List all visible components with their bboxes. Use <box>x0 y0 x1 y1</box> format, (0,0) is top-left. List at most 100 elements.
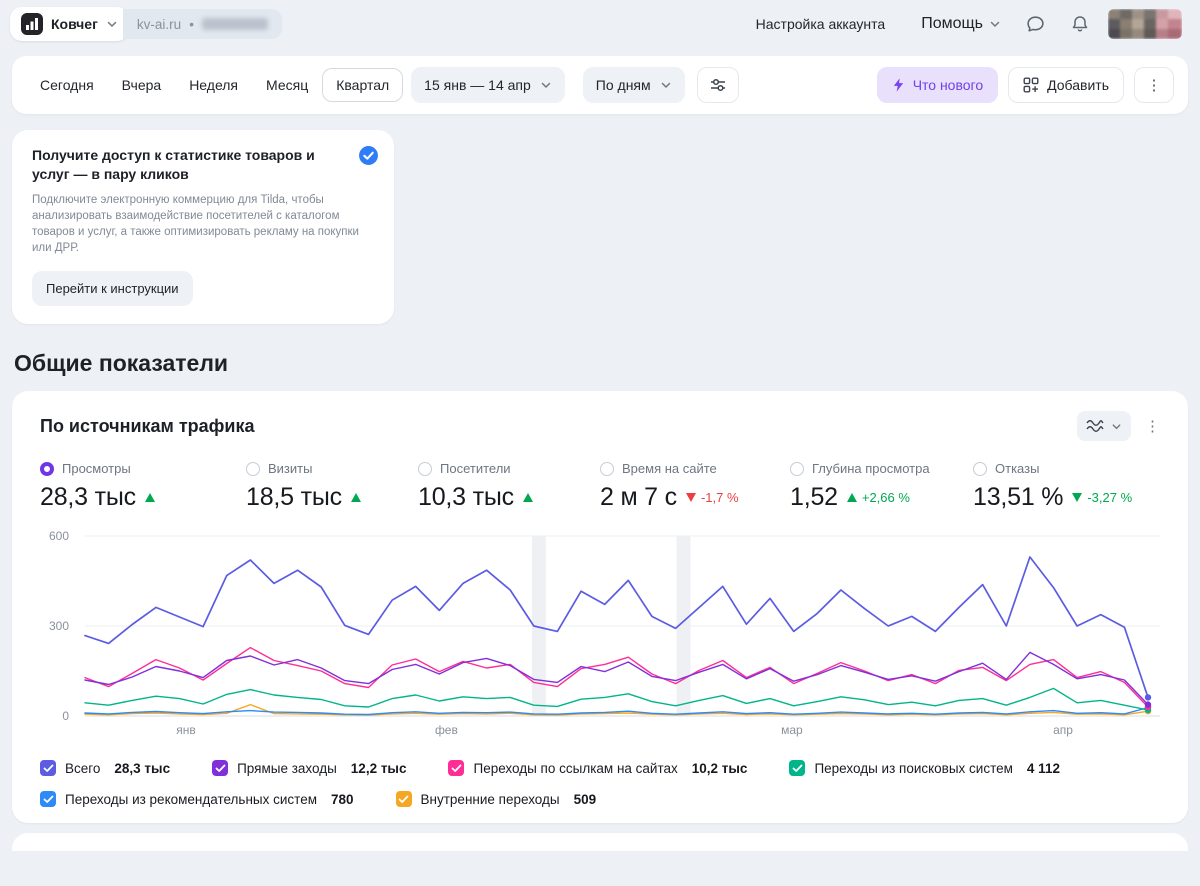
toolbar: Сегодня Вчера Неделя Месяц Квартал 15 ян… <box>12 56 1188 114</box>
legend-item-direct[interactable]: Прямые заходы 12,2 тыс <box>212 760 406 776</box>
metric-time-on-site-selector[interactable]: Время на сайте <box>600 461 790 476</box>
metric-visitors-selector[interactable]: Посетители <box>418 461 600 476</box>
separator-dot: • <box>189 16 194 32</box>
legend-value: 4 112 <box>1026 760 1060 776</box>
notifications-bell-icon[interactable] <box>1070 14 1090 34</box>
legend-item-total[interactable]: Всего 28,3 тыс <box>40 760 170 776</box>
legend-item-recommendations[interactable]: Переходы из рекомендательных систем 780 <box>40 791 354 807</box>
add-widget-label: Добавить <box>1047 77 1109 93</box>
trend-up-icon <box>522 493 533 502</box>
metric-depth-selector[interactable]: Глубина просмотра <box>790 461 973 476</box>
widget-header: По источникам трафика ⋮ <box>40 411 1160 441</box>
metric-bounce-rate: Отказы 13,51 % -3,27 % <box>973 461 1132 512</box>
svg-text:0: 0 <box>62 709 69 723</box>
metrics-row: Просмотры 28,3 тыс Визиты 18,5 тыс Посет… <box>40 461 1160 512</box>
toolbar-menu-button[interactable]: ⋮ <box>1134 67 1174 103</box>
checkbox-icon[interactable] <box>789 760 806 776</box>
trend-up-icon <box>846 493 857 502</box>
widget-controls: ⋮ <box>1077 411 1160 441</box>
legend-label: Переходы из поисковых систем <box>814 760 1013 776</box>
legend-item-search[interactable]: Переходы из поисковых систем 4 112 <box>789 760 1060 776</box>
help-menu[interactable]: Помощь <box>921 15 1001 33</box>
checkbox-icon[interactable] <box>212 760 229 776</box>
checkbox-icon[interactable] <box>40 760 56 776</box>
chevron-down-icon <box>107 21 117 27</box>
lightning-icon <box>893 78 903 92</box>
add-widget-button[interactable]: Добавить <box>1008 67 1124 103</box>
checkbox-icon[interactable] <box>448 760 465 776</box>
promo-title: Получите доступ к статистике товаров и у… <box>32 147 315 183</box>
radio-icon[interactable] <box>418 461 432 476</box>
metric-time-on-site: Время на сайте 2 м 7 с -1,7 % <box>600 461 790 512</box>
metric-label: Визиты <box>268 461 313 476</box>
radio-icon[interactable] <box>973 461 987 476</box>
tab-quarter[interactable]: Квартал <box>322 68 404 102</box>
counter-name: Ковчег <box>51 16 98 32</box>
metric-label: Отказы <box>995 461 1040 476</box>
metric-label: Посетители <box>440 461 511 476</box>
counter-domain[interactable]: kv-ai.ru • <box>122 9 282 39</box>
promo-instruction-button[interactable]: Перейти к инструкции <box>32 271 193 306</box>
radio-icon[interactable] <box>790 461 804 476</box>
legend-item-internal[interactable]: Внутренние переходы 509 <box>395 791 596 807</box>
trend-up-icon <box>350 493 361 502</box>
svg-text:янв: янв <box>176 723 196 737</box>
chevron-down-icon <box>1112 423 1121 429</box>
metric-value: 28,3 тыс <box>40 483 136 511</box>
radio-icon[interactable] <box>40 461 54 476</box>
help-label: Помощь <box>921 15 983 32</box>
checkbox-icon[interactable] <box>395 791 412 807</box>
legend-row-2: Переходы из рекомендательных систем 780 … <box>40 791 1160 807</box>
date-range-picker[interactable]: 15 янв — 14 апр <box>411 67 565 103</box>
toolbar-right-group: Что нового Добавить ⋮ <box>876 67 1174 103</box>
radio-icon[interactable] <box>246 461 260 476</box>
promo-description: Подключите электронную коммерцию для Til… <box>32 193 359 254</box>
tab-yesterday[interactable]: Вчера <box>108 68 176 102</box>
widget-menu-button[interactable]: ⋮ <box>1145 417 1160 435</box>
radio-icon[interactable] <box>600 461 614 476</box>
filters-button[interactable] <box>696 67 739 103</box>
metric-visitors: Посетители 10,3 тыс <box>418 461 600 512</box>
legend-label: Переходы из рекомендательных систем <box>65 791 317 807</box>
widget-title: По источникам трафика <box>40 415 255 436</box>
metric-views-selector[interactable]: Просмотры <box>40 461 246 476</box>
legend-row-1: Всего 28,3 тыс Прямые заходы 12,2 тыс Пе… <box>40 760 1160 776</box>
checkbox-icon[interactable] <box>40 791 56 807</box>
legend-item-site-links[interactable]: Переходы по ссылкам на сайтах 10,2 тыс <box>448 760 747 776</box>
metric-depth: Глубина просмотра 1,52 +2,66 % <box>790 461 973 512</box>
tab-month[interactable]: Месяц <box>252 68 322 102</box>
date-range-label: 15 янв — 14 апр <box>424 77 531 93</box>
metric-label: Время на сайте <box>622 461 717 476</box>
legend-label: Прямые заходы <box>237 760 337 776</box>
metric-views: Просмотры 28,3 тыс <box>40 461 246 512</box>
metric-bounce-rate-selector[interactable]: Отказы <box>973 461 1132 476</box>
whats-new-button[interactable]: Что нового <box>876 67 999 103</box>
chevron-down-icon <box>661 82 670 88</box>
chart-type-select[interactable] <box>1077 411 1131 441</box>
avatar[interactable] <box>1108 9 1182 39</box>
traffic-sources-widget: По источникам трафика ⋮ Просмотры 28,3 т… <box>12 391 1188 823</box>
trend-down-icon <box>685 493 696 502</box>
metric-visits-selector[interactable]: Визиты <box>246 461 418 476</box>
granularity-select[interactable]: По дням <box>582 67 685 103</box>
traffic-sources-chart[interactable]: 0 300 600 янв фев мар апр <box>40 530 1160 738</box>
whats-new-label: Что нового <box>912 77 984 93</box>
sliders-icon <box>710 78 725 92</box>
legend-label: Переходы по ссылкам на сайтах <box>473 760 678 776</box>
svg-text:600: 600 <box>49 530 69 543</box>
legend-value: 28,3 тыс <box>114 760 171 776</box>
tab-today[interactable]: Сегодня <box>26 68 108 102</box>
svg-text:мар: мар <box>781 723 803 737</box>
legend-value: 780 <box>331 791 354 807</box>
metric-visits: Визиты 18,5 тыс <box>246 461 418 512</box>
svg-text:фев: фев <box>435 723 458 737</box>
redacted-counter-id <box>201 18 268 30</box>
metric-value: 10,3 тыс <box>418 483 514 511</box>
counter-selector[interactable]: Ковчег <box>10 7 129 41</box>
trend-up-icon <box>144 493 155 502</box>
account-settings-link[interactable]: Настройка аккаунта <box>756 16 886 32</box>
tab-week[interactable]: Неделя <box>175 68 252 102</box>
messages-icon[interactable] <box>1025 14 1046 35</box>
verified-check-icon <box>358 145 379 166</box>
kebab-icon: ⋮ <box>1145 418 1160 435</box>
